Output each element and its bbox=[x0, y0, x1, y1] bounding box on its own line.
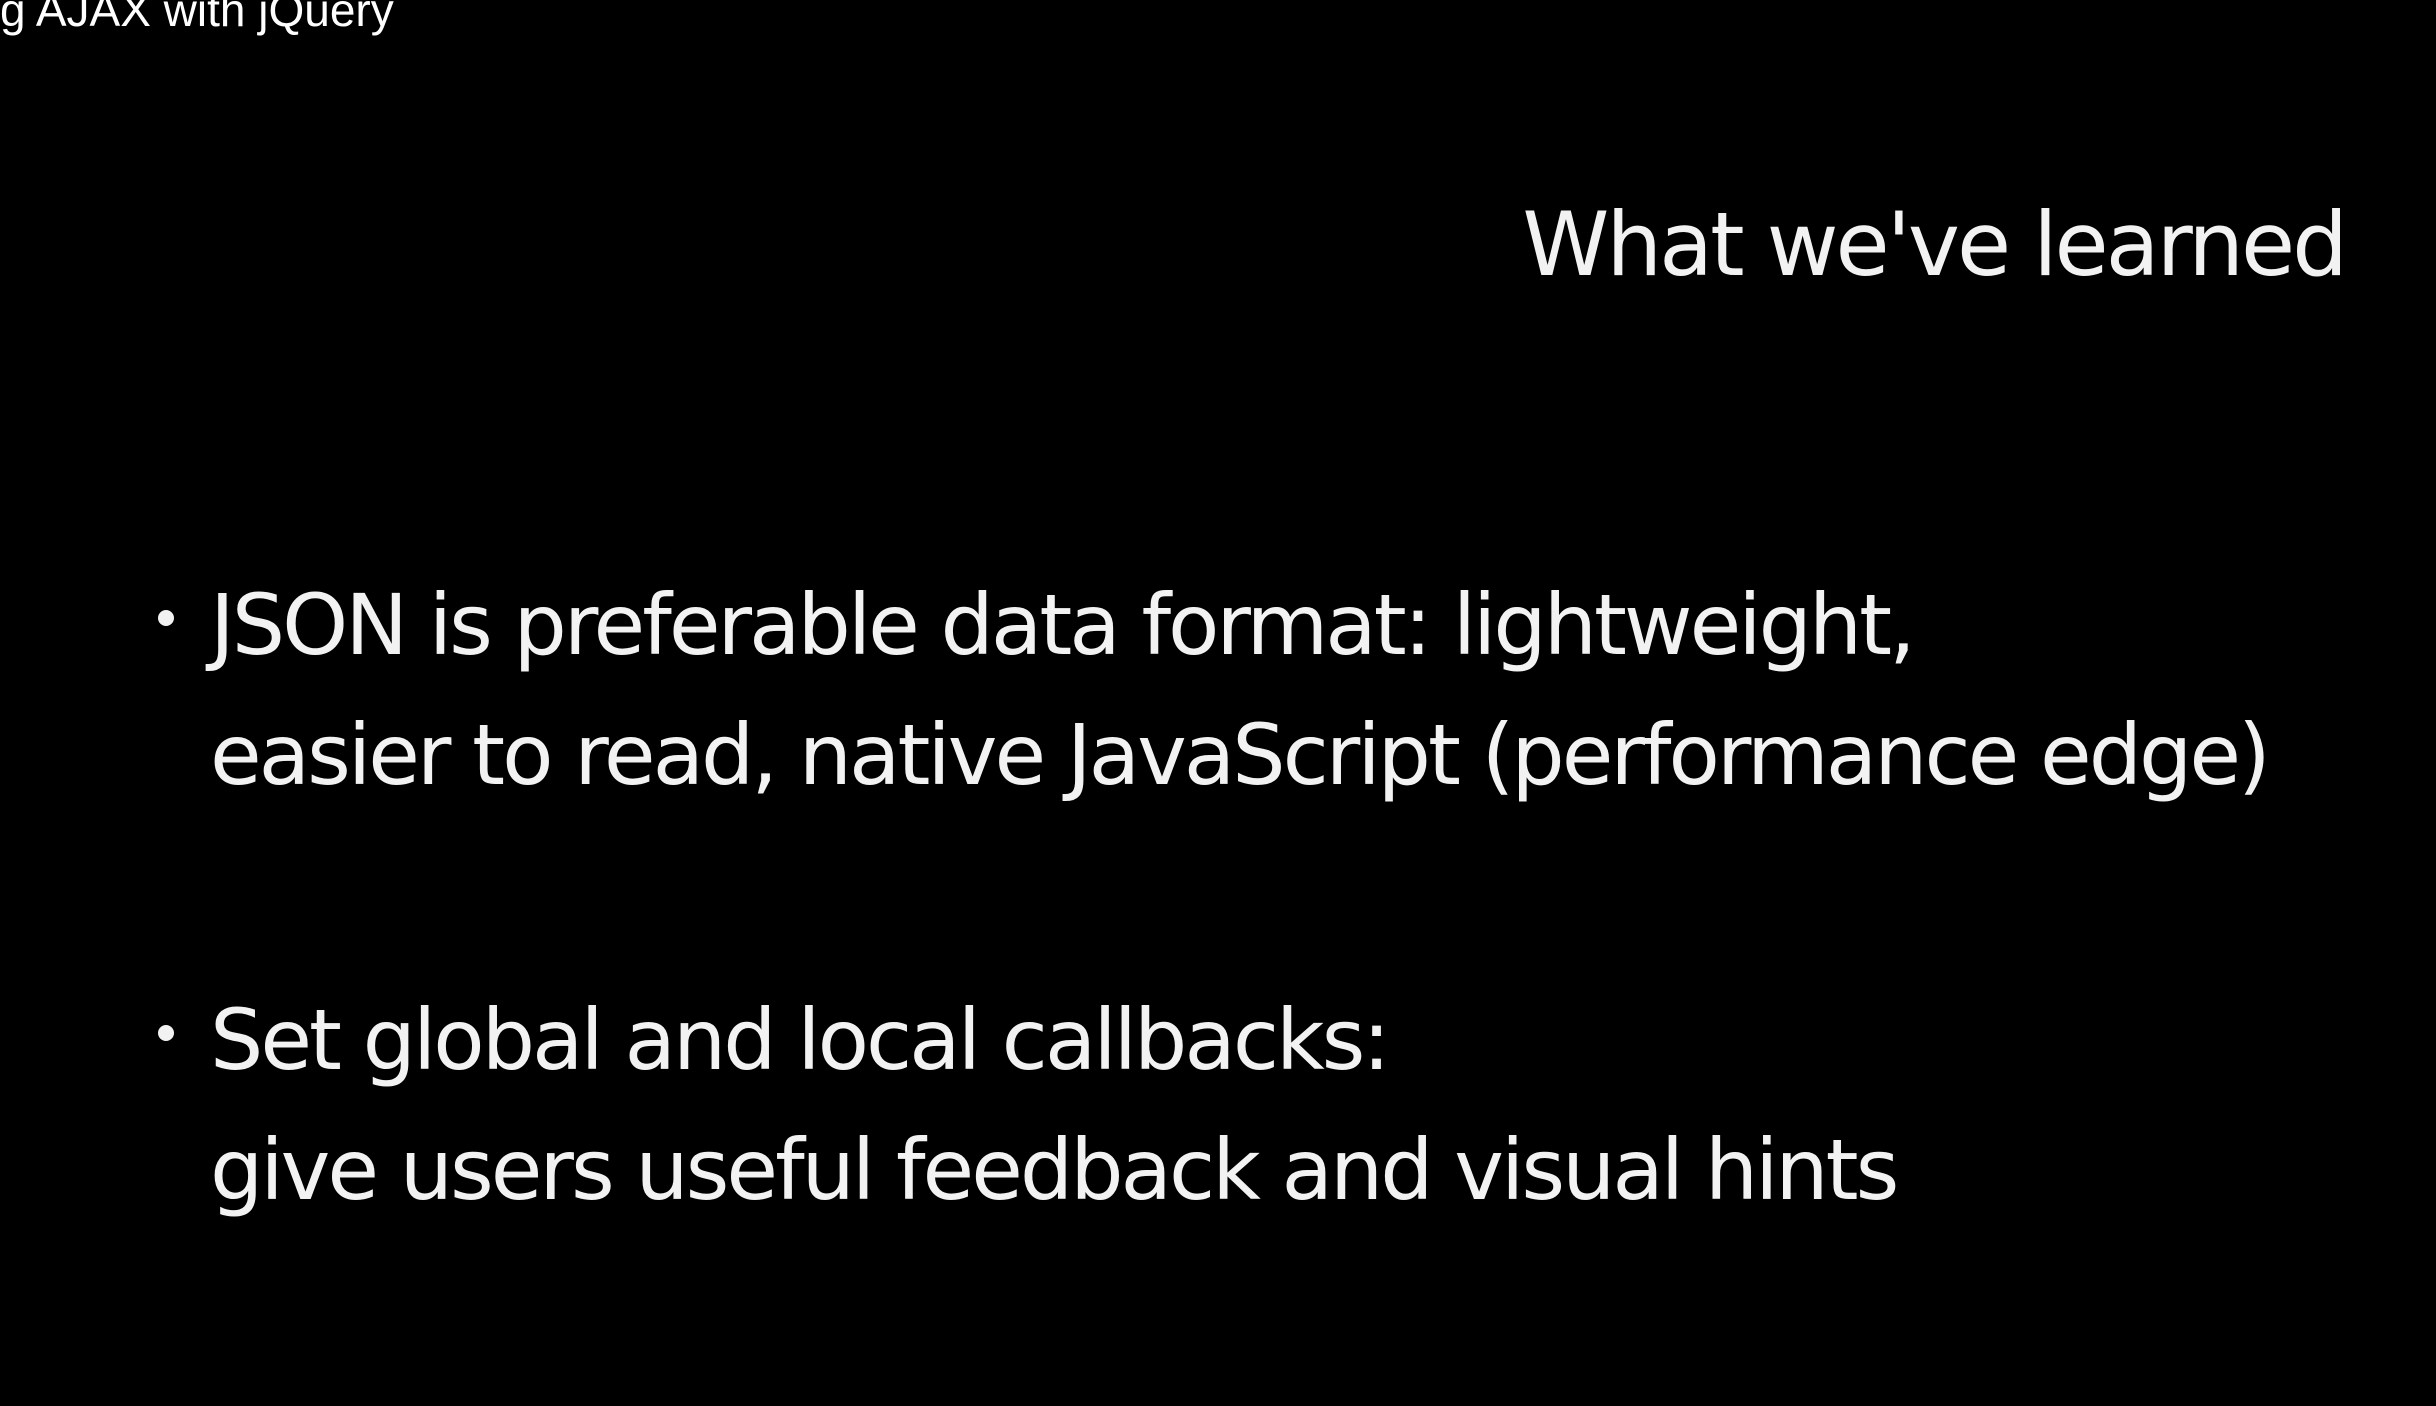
bullet-item-callbacks: Set global and local callbacks: give use… bbox=[150, 975, 2350, 1235]
bullet-dot-icon bbox=[158, 1025, 174, 1041]
bullet-line: JSON is preferable data format: lightwei… bbox=[210, 576, 1916, 674]
bullet-item-json: JSON is preferable data format: lightwei… bbox=[150, 560, 2350, 820]
slide-heading: What we've learned bbox=[1522, 193, 2348, 296]
presentation-slide: What we've learned JSON is preferable da… bbox=[0, 0, 2436, 1406]
bullet-dot-icon bbox=[158, 610, 174, 626]
bullet-line: give users useful feedback and visual hi… bbox=[210, 1121, 1899, 1219]
bullet-list: JSON is preferable data format: lightwei… bbox=[150, 560, 2350, 1390]
bullet-line: easier to read, native JavaScript (perfo… bbox=[210, 706, 2271, 804]
bullet-line: Set global and local callbacks: bbox=[210, 991, 1391, 1089]
